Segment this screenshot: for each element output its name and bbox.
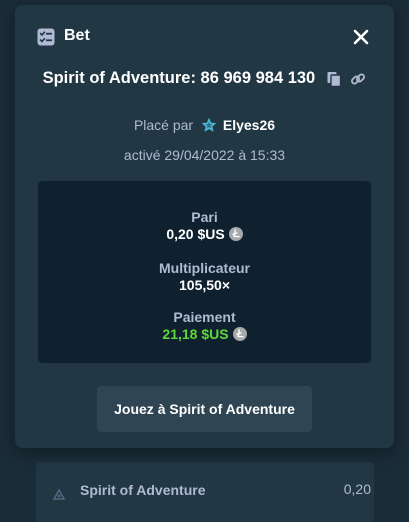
placed-by: Placé par Elyes26 (15, 117, 394, 133)
username-link[interactable]: Elyes26 (223, 117, 275, 133)
bet-amount: 0,20 $US (166, 226, 225, 242)
multiplier-value: 105,50× (179, 277, 230, 293)
game-and-bet-id: Spirit of Adventure: 86 969 984 130 (42, 69, 316, 88)
modal-header: Bet (37, 26, 372, 50)
copy-icon[interactable] (326, 71, 342, 87)
link-icon[interactable] (350, 71, 366, 87)
bet-game-id: Spirit of Adventure: 86 969 984 130 (15, 69, 394, 88)
litecoin-icon (232, 327, 247, 341)
background-row-game: Spirit of Adventure (80, 482, 206, 498)
star-icon (201, 117, 217, 132)
multiplier-label: Multiplicateur (158, 260, 250, 276)
bet-label: Pari (191, 209, 218, 225)
close-icon[interactable] (352, 28, 370, 46)
bet-value: 0,20 $US (38, 226, 371, 242)
bet-list-icon (37, 28, 55, 46)
payout-value: 21,18 $US (38, 326, 371, 342)
payout-label: Paiement (173, 309, 236, 325)
activated-time: activé 29/04/2022 à 15:33 (123, 147, 286, 163)
bet-stats-panel: Pari 0,20 $US Multiplicateur 105,50× Pai… (38, 181, 371, 363)
placed-by-label: Placé par (133, 117, 194, 133)
litecoin-icon (228, 227, 243, 241)
modal-title: Bet (64, 27, 90, 44)
payout-amount: 21,18 $US (162, 326, 229, 342)
slots-icon (52, 488, 66, 500)
bet-modal: Bet Spirit of Adventure: 86 969 984 130 … (15, 5, 394, 448)
background-row-amount: 0,20 (343, 481, 371, 497)
play-game-button[interactable]: Jouez à Spirit of Adventure (97, 386, 312, 432)
